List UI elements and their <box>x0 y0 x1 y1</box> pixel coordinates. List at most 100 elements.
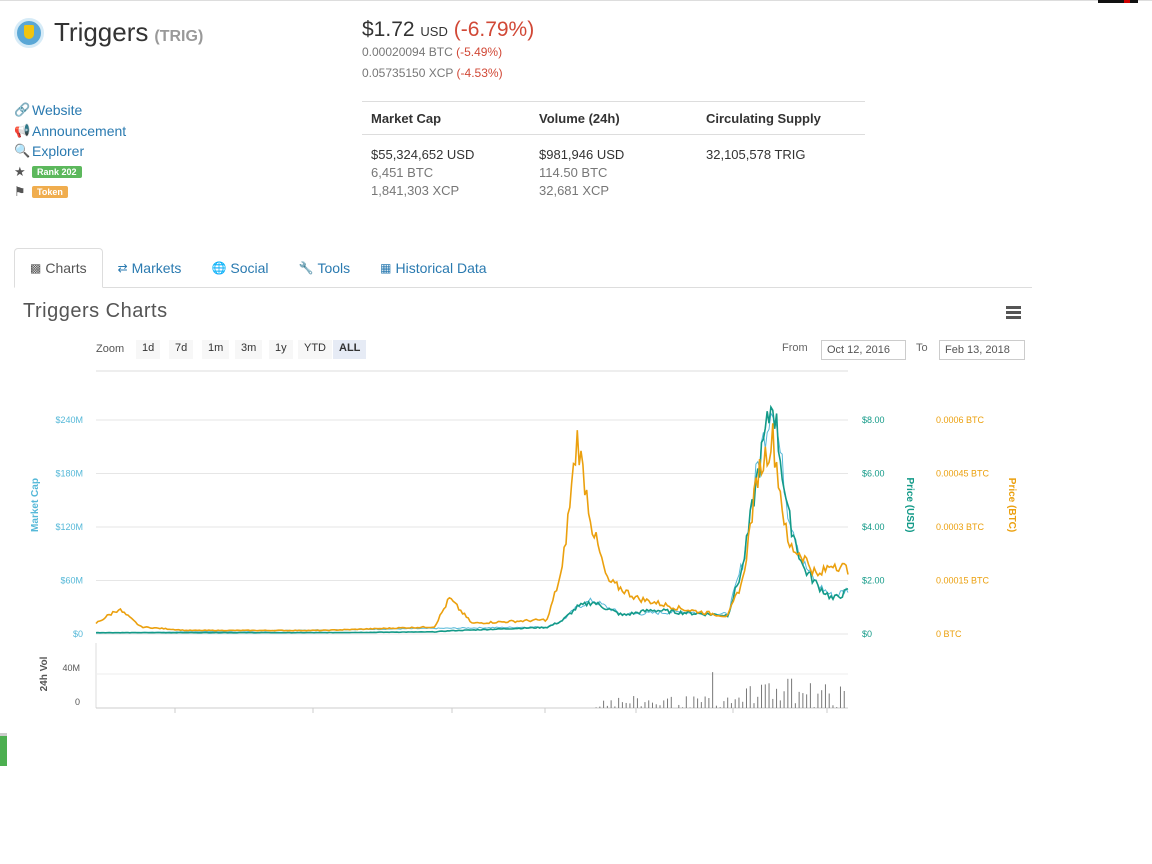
stats-header-supply: Circulating Supply <box>706 110 821 126</box>
rank-badge: Rank 202 <box>32 165 82 178</box>
announcement-link[interactable]: 📢 Announcement <box>14 121 126 142</box>
zoom-1d-button[interactable]: 1d <box>136 340 161 359</box>
shield-icon <box>24 25 34 39</box>
zoom-all-button[interactable]: ALL <box>333 340 367 359</box>
stats-table: Market Cap Volume (24h) Circulating Supp… <box>362 101 865 201</box>
tag-row: ⚑ Token <box>14 182 126 203</box>
token-badge: Token <box>32 186 68 199</box>
market-cap-xcp: 1,841,303 XCP <box>371 183 460 198</box>
hamburger-menu-icon[interactable] <box>1006 306 1021 319</box>
zoom-3m-button[interactable]: 3m <box>235 340 263 359</box>
wrench-icon: 🔧 <box>298 261 314 275</box>
price-xcp: 0.05735150 XCP (-4.53%) <box>362 66 503 80</box>
search-icon: 🔍 <box>14 143 31 159</box>
tab-bar: ▩ Charts ⇄ Markets 🌐 Social 🔧 Tools ▦ Hi… <box>14 248 1032 288</box>
window-mark <box>1098 0 1138 3</box>
coin-title: Triggers (TRIG) <box>54 17 203 48</box>
tag-icon: ⚑ <box>14 184 26 200</box>
market-cap-line <box>96 411 849 634</box>
price-usd-tick-label: $4.00 <box>862 522 885 532</box>
supply-value: 32,105,578 TRIG <box>706 147 806 162</box>
zoom-label: Zoom <box>96 343 125 355</box>
volume-cell: $981,946 USD 114.50 BTC 32,681 XCP <box>530 147 697 201</box>
price-btc-change: (-5.49%) <box>456 45 503 59</box>
tab-markets[interactable]: ⇄ Markets <box>103 248 197 288</box>
supply-cell: 32,105,578 TRIG <box>697 147 865 201</box>
price-usd-tick-label: $6.00 <box>862 469 885 479</box>
price-usd: $1.72 USD (-6.79%) <box>362 18 534 42</box>
market-cap-tick-label: $240M <box>55 415 83 425</box>
stats-body: $55,324,652 USD 6,451 BTC 1,841,303 XCP … <box>362 135 865 201</box>
tab-historical-label[interactable]: Historical Data <box>396 260 487 276</box>
scrollbar-fragment[interactable] <box>0 733 7 766</box>
coin-links: 🔗 Website 📢 Announcement 🔍 Explorer ★ Ra… <box>14 100 126 203</box>
coin-name: Triggers <box>54 17 149 47</box>
website-link[interactable]: 🔗 Website <box>14 100 126 121</box>
market-cap-usd: $55,324,652 USD <box>371 147 475 162</box>
price-btc-tick-label: 0.00045 BTC <box>936 469 990 479</box>
tab-tools-label[interactable]: Tools <box>317 260 350 276</box>
zoom-1m-button[interactable]: 1m <box>202 340 230 359</box>
price-btc-line <box>95 423 849 632</box>
price-usd-axis-title: Price (USD) <box>904 477 915 532</box>
window-mark-red <box>1124 0 1130 3</box>
explorer-label[interactable]: Explorer <box>32 143 84 159</box>
price-btc-tick-label: 0 BTC <box>936 629 962 639</box>
tab-markets-label[interactable]: Markets <box>132 260 182 276</box>
zoom-1y-button[interactable]: 1y <box>269 340 293 359</box>
tab-charts[interactable]: ▩ Charts <box>14 248 103 288</box>
price-btc: 0.00020094 BTC (-5.49%) <box>362 45 502 59</box>
tab-charts-label[interactable]: Charts <box>45 260 86 276</box>
range-to-input[interactable]: Feb 13, 2018 <box>939 340 1025 360</box>
link-icon: 🔗 <box>14 102 31 118</box>
volume-usd: $981,946 USD <box>539 147 625 162</box>
tab-historical-data[interactable]: ▦ Historical Data <box>365 248 501 288</box>
price-usd-value: $1.72 <box>362 18 415 41</box>
star-icon: ★ <box>14 163 26 179</box>
market-cap-tick-label: $60M <box>60 576 83 586</box>
tab-tools[interactable]: 🔧 Tools <box>284 248 366 288</box>
announcement-label[interactable]: Announcement <box>32 123 126 139</box>
globe-icon: 🌐 <box>211 261 227 275</box>
volume-xcp: 32,681 XCP <box>539 183 610 198</box>
price-usd-unit: USD <box>420 24 448 39</box>
price-btc-tick-label: 0.0003 BTC <box>936 522 985 532</box>
range-to-label: To <box>916 342 928 354</box>
bar-chart-icon: ▩ <box>30 261 42 275</box>
market-cap-btc: 6,451 BTC <box>371 165 434 180</box>
range-from-label: From <box>782 342 808 354</box>
top-border <box>0 0 1152 1</box>
bullhorn-icon: 📢 <box>14 122 31 138</box>
stats-header: Market Cap Volume (24h) Circulating Supp… <box>362 102 865 135</box>
market-cap-axis-title: Market Cap <box>30 478 41 532</box>
price-xcp-change: (-4.53%) <box>456 66 503 80</box>
zoom-ytd-button[interactable]: YTD <box>298 340 332 359</box>
range-from-input[interactable]: Oct 12, 2016 <box>821 340 906 360</box>
chart-title: Triggers Charts <box>23 300 168 322</box>
price-btc-value: 0.00020094 BTC <box>362 45 453 59</box>
market-cap-tick-label: $120M <box>55 522 83 532</box>
stats-header-market-cap: Market Cap <box>371 110 442 126</box>
price-usd-tick-label: $0 <box>862 629 872 639</box>
coin-symbol: (TRIG) <box>154 28 204 45</box>
price-usd-change: (-6.79%) <box>453 18 535 41</box>
stats-header-volume: Volume (24h) <box>539 110 620 126</box>
price-btc-tick-label: 0.00015 BTC <box>936 576 990 586</box>
website-label[interactable]: Website <box>32 102 82 118</box>
market-cap-tick-label: $180M <box>55 469 83 479</box>
zoom-7d-button[interactable]: 7d <box>169 340 194 359</box>
price-usd-tick-label: $8.00 <box>862 415 885 425</box>
price-btc-axis-title: Price (BTC) <box>1006 478 1017 532</box>
market-cap-tick-label: $0 <box>73 629 83 639</box>
rank-row: ★ Rank 202 <box>14 162 126 183</box>
price-usd-tick-label: $2.00 <box>862 576 885 586</box>
exchange-icon: ⇄ <box>117 261 128 275</box>
tab-social[interactable]: 🌐 Social <box>196 248 283 288</box>
tab-social-label[interactable]: Social <box>230 260 268 276</box>
market-cap-cell: $55,324,652 USD 6,451 BTC 1,841,303 XCP <box>362 147 530 201</box>
volume-tick-label: 0 <box>75 697 80 707</box>
volume-btc: 114.50 BTC <box>539 165 608 180</box>
explorer-link[interactable]: 🔍 Explorer <box>14 141 126 162</box>
volume-axis-title: 24h Vol <box>39 656 50 691</box>
calendar-icon: ▦ <box>380 261 392 275</box>
